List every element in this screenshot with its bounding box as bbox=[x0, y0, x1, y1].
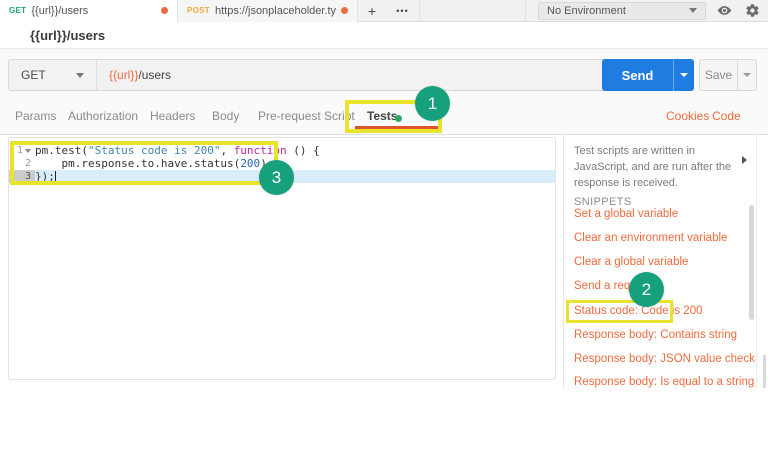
snippet-clear-environment-variable[interactable]: Clear an environment variable bbox=[574, 232, 727, 244]
request-tab-bar: GET {{url}}/users POST https://jsonplace… bbox=[0, 0, 768, 22]
environment-select-value: No Environment bbox=[547, 5, 626, 17]
eye-icon bbox=[717, 3, 732, 18]
sidebar-scrollbar[interactable] bbox=[749, 205, 754, 320]
chevron-right-icon[interactable] bbox=[742, 156, 747, 164]
url-input[interactable]: {{url}}/users bbox=[97, 68, 607, 82]
line-number: 1 bbox=[9, 144, 35, 157]
save-button-group: Save bbox=[699, 59, 757, 91]
code-text: pm.test("Status code is 200", function (… bbox=[35, 144, 320, 157]
url-builder-row: GET {{url}}/users Send Save bbox=[0, 49, 768, 97]
settings-button[interactable] bbox=[742, 1, 762, 21]
environment-select[interactable]: No Environment bbox=[538, 2, 706, 20]
cookies-link[interactable]: Cookies bbox=[666, 109, 709, 123]
annotation-step-1-badge: 1 bbox=[415, 86, 450, 121]
method-select[interactable]: GET bbox=[9, 60, 97, 90]
snippet-set-global-variable[interactable]: Set a global variable bbox=[574, 208, 678, 220]
code-link[interactable]: Code bbox=[712, 109, 741, 123]
annotation-step-3-badge: 3 bbox=[259, 160, 294, 195]
fold-icon[interactable] bbox=[25, 149, 31, 153]
snippet-response-contains-string[interactable]: Response body: Contains string bbox=[574, 329, 737, 341]
postman-app: GET {{url}}/users POST https://jsonplace… bbox=[0, 0, 768, 454]
new-tab-button[interactable]: + bbox=[358, 0, 386, 22]
tab-pre-request-script[interactable]: Pre-request Script bbox=[258, 109, 355, 123]
request-tab-post-jsonplaceholder[interactable]: POST https://jsonplaceholder.typicod bbox=[178, 0, 358, 22]
request-name: {{url}}/users bbox=[30, 28, 105, 43]
snippets-title: SNIPPETS bbox=[574, 196, 632, 208]
tests-tab-underline bbox=[355, 126, 438, 130]
snippet-clear-global-variable[interactable]: Clear a global variable bbox=[574, 256, 688, 268]
request-tab-get-users[interactable]: GET {{url}}/users bbox=[0, 0, 178, 22]
line-number: 3 bbox=[9, 170, 35, 183]
tests-panel: 1 pm.test("Status code is 200", function… bbox=[0, 135, 768, 388]
send-button[interactable]: Send bbox=[602, 59, 673, 91]
gear-icon bbox=[745, 3, 760, 18]
annotation-step-2-badge: 2 bbox=[629, 272, 664, 307]
tab-tests[interactable]: Tests bbox=[367, 109, 397, 123]
more-tabs-button[interactable]: ••• bbox=[386, 0, 420, 22]
code-text: }); bbox=[35, 170, 55, 183]
request-tab-title: https://jsonplaceholder.typicod bbox=[215, 5, 336, 17]
request-tab-title: {{url}}/users bbox=[31, 5, 156, 17]
method-badge-get: GET bbox=[9, 6, 26, 15]
snippet-status-code-is-200[interactable]: Status code: Code is 200 bbox=[574, 305, 703, 317]
environment-quick-look-button[interactable] bbox=[714, 1, 734, 21]
tab-body[interactable]: Body bbox=[212, 109, 239, 123]
tab-params[interactable]: Params bbox=[15, 109, 56, 123]
chevron-down-icon bbox=[743, 73, 751, 77]
url-variable-token: {{url}} bbox=[109, 68, 138, 82]
tab-headers[interactable]: Headers bbox=[150, 109, 195, 123]
chevron-down-icon bbox=[76, 73, 84, 78]
chevron-down-icon bbox=[689, 8, 697, 13]
snippet-response-equals-string[interactable]: Response body: Is equal to a string bbox=[574, 376, 754, 388]
method-badge-post: POST bbox=[187, 6, 210, 15]
text-cursor bbox=[55, 171, 56, 182]
unsaved-changes-dot bbox=[341, 7, 348, 14]
request-name-row: {{url}}/users bbox=[0, 22, 768, 49]
snippets-sidebar: Test scripts are written in JavaScript, … bbox=[563, 135, 757, 388]
tests-description: Test scripts are written in JavaScript, … bbox=[574, 144, 734, 192]
code-text: pm.response.to.have.status(200); bbox=[35, 157, 273, 170]
url-path-token: /users bbox=[138, 68, 171, 82]
send-button-group: Send bbox=[602, 59, 694, 91]
unsaved-changes-dot bbox=[161, 7, 168, 14]
chevron-down-icon bbox=[680, 73, 688, 77]
url-builder-group: GET {{url}}/users bbox=[8, 59, 608, 91]
tests-active-dot bbox=[395, 115, 402, 122]
code-line: 1 pm.test("Status code is 200", function… bbox=[9, 144, 555, 157]
line-number: 2 bbox=[9, 157, 35, 170]
send-options-button[interactable] bbox=[673, 59, 694, 91]
snippet-response-json-value-check[interactable]: Response body: JSON value check bbox=[574, 353, 755, 365]
save-button[interactable]: Save bbox=[699, 59, 737, 91]
environment-toolbar: No Environment bbox=[525, 0, 768, 22]
save-options-button[interactable] bbox=[737, 59, 757, 91]
method-select-value: GET bbox=[21, 68, 46, 82]
window-scrollbar[interactable] bbox=[763, 355, 766, 388]
tab-authorization[interactable]: Authorization bbox=[68, 109, 138, 123]
